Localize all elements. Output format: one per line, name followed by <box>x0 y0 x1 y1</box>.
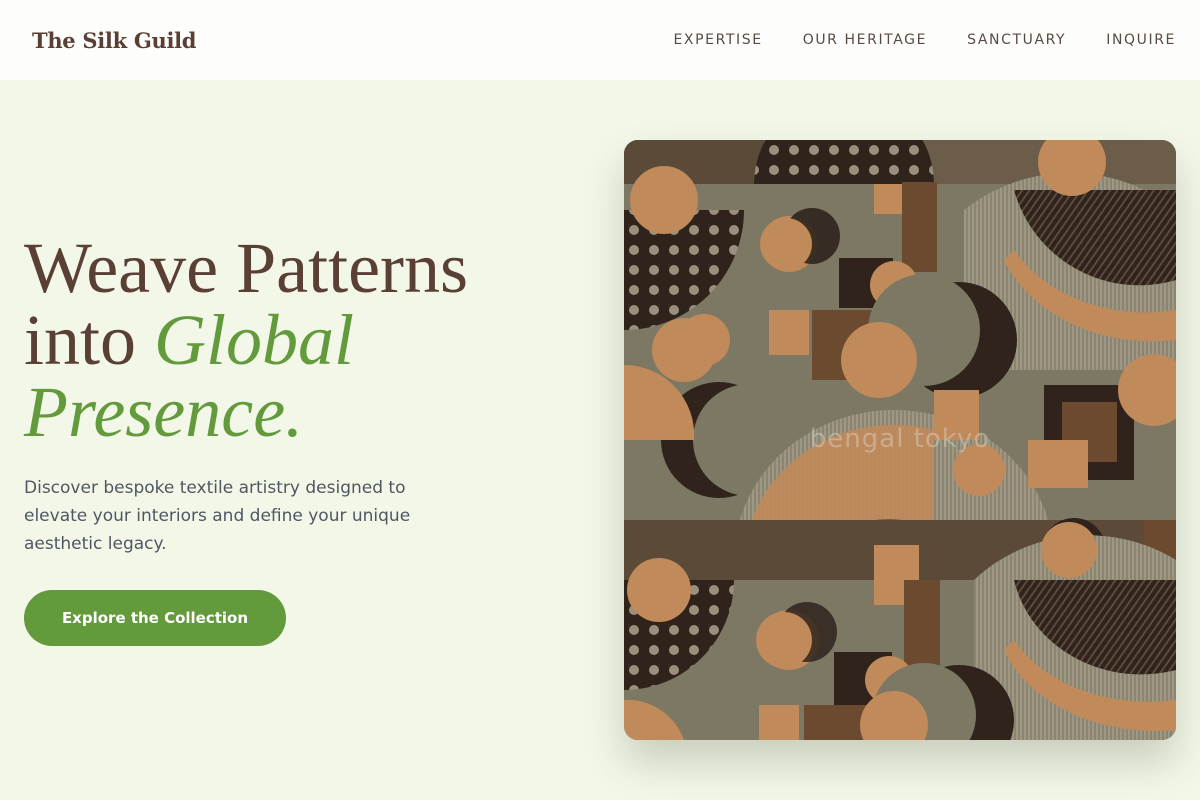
nav-link-sanctuary[interactable]: SANCTUARY <box>967 32 1066 48</box>
image-watermark: bengal tokyo <box>809 424 991 454</box>
hero-subtitle: Discover bespoke textile artistry design… <box>24 478 411 554</box>
nav-link-expertise[interactable]: EXPERTISE <box>673 32 762 48</box>
explore-collection-button[interactable]: Explore the Collection <box>24 590 286 646</box>
headline-line-1: Weave Patterns <box>24 228 469 308</box>
brand-logo[interactable]: The Silk Guild <box>24 23 205 57</box>
headline-line-2-plain: into <box>24 300 155 380</box>
main-nav: EXPERTISE OUR HERITAGE SANCTUARY INQUIRE <box>673 32 1176 48</box>
headline-accent-global: Global <box>154 300 355 380</box>
hero-text: Weave Patterns into Global Presence. Dis… <box>24 232 584 558</box>
hero-headline: Weave Patterns into Global Presence. <box>24 232 584 448</box>
headline-accent-presence: Presence. <box>24 372 304 452</box>
nav-link-our-heritage[interactable]: OUR HERITAGE <box>803 32 927 48</box>
nav-link-inquire[interactable]: INQUIRE <box>1106 32 1176 48</box>
textile-artwork: bengal tokyo <box>624 140 1176 740</box>
site-header: The Silk Guild EXPERTISE OUR HERITAGE SA… <box>0 0 1200 80</box>
